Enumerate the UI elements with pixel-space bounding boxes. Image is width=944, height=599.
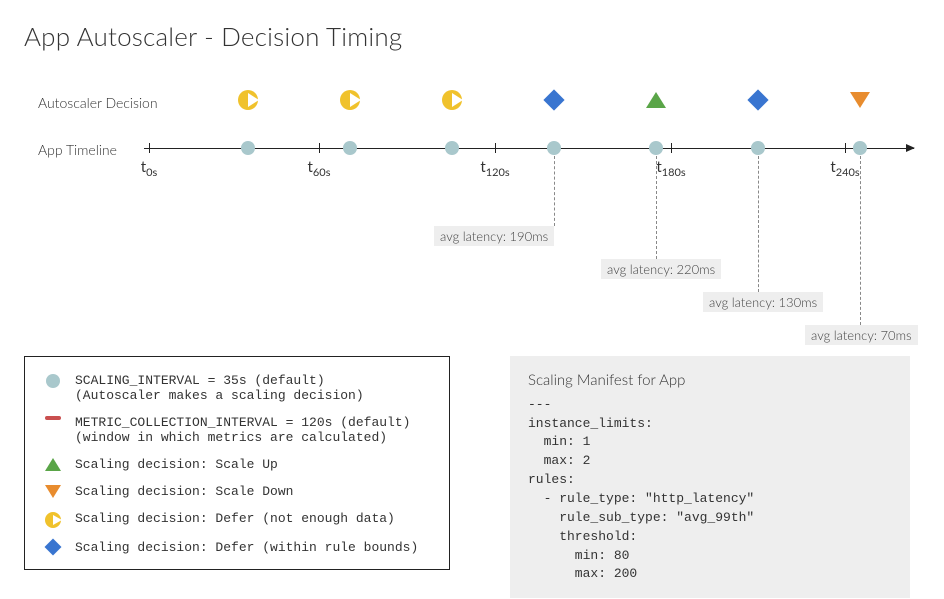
timeline-dot <box>547 141 561 155</box>
diamond-icon <box>747 89 768 110</box>
dot-icon <box>46 374 60 388</box>
timeline-dot <box>649 141 663 155</box>
diamond-icon <box>45 539 62 556</box>
legend-text: Scaling decision: Scale Up <box>75 457 278 472</box>
dashed-line <box>554 156 555 226</box>
legend-subtext: (window in which metrics are calculated) <box>75 430 410 445</box>
legend-text: Scaling decision: Defer (not enough data… <box>75 511 395 526</box>
timeline-dot <box>445 141 459 155</box>
legend-text: METRIC_COLLECTION_INTERVAL = 120s (defau… <box>75 415 410 430</box>
timeline-tick-label: t180s <box>656 158 685 179</box>
legend-row-scale-up: Scaling decision: Scale Up <box>43 457 431 472</box>
timeline-tick-label: t240s <box>830 158 859 179</box>
legend-text: Scaling decision: Defer (within rule bou… <box>75 540 418 555</box>
dashed-line <box>758 156 759 292</box>
latency-badge: avg latency: 220ms <box>601 259 721 279</box>
diamond-icon <box>543 89 564 110</box>
timeline-dot <box>241 141 255 155</box>
legend-row-defer-nodata: Scaling decision: Defer (not enough data… <box>43 511 431 528</box>
manifest-body: --- instance_limits: min: 1 max: 2 rules… <box>528 397 754 582</box>
timeline-tick <box>495 143 496 153</box>
triangle-down-icon <box>850 92 870 108</box>
dashed-line <box>860 156 861 325</box>
legend-row-defer-bounds: Scaling decision: Defer (within rule bou… <box>43 540 431 555</box>
triangle-up-icon <box>646 92 666 108</box>
timeline-tick <box>671 143 672 153</box>
timeline-dot <box>343 141 357 155</box>
legend-row-scale-down: Scaling decision: Scale Down <box>43 484 431 499</box>
pacman-icon <box>442 90 462 110</box>
timeline-dot <box>751 141 765 155</box>
manifest-title: Scaling Manifest for App <box>528 370 892 392</box>
page-title: App Autoscaler - Decision Timing <box>24 20 920 52</box>
timeline-dot <box>853 141 867 155</box>
manifest-box: Scaling Manifest for App --- instance_lim… <box>510 356 910 598</box>
timeline-tick-label: t60s <box>308 158 331 179</box>
timeline-tick-label: t0s <box>141 158 158 179</box>
latency-badge: avg latency: 70ms <box>805 325 918 345</box>
timeline-tick <box>319 143 320 153</box>
timeline-axis <box>144 148 914 149</box>
pacman-icon <box>238 90 258 110</box>
legend-box: SCALING_INTERVAL = 35s (default) (Autosc… <box>24 356 450 570</box>
latency-badge: avg latency: 130ms <box>703 292 823 312</box>
timeline-tick-label: t120s <box>480 158 509 179</box>
timing-diagram: Autoscaler Decision App Timeline t0s t60s… <box>24 70 920 340</box>
dashed-line <box>656 156 657 259</box>
legend-text: SCALING_INTERVAL = 35s (default) <box>75 373 325 388</box>
pacman-icon <box>45 512 61 528</box>
latency-badge: avg latency: 190ms <box>434 226 554 246</box>
row-label-timeline: App Timeline <box>38 141 117 158</box>
triangle-up-icon <box>45 458 61 471</box>
dash-icon <box>45 416 61 420</box>
timeline-tick <box>149 143 150 153</box>
row-label-decision: Autoscaler Decision <box>38 94 158 111</box>
legend-row-scaling-interval: SCALING_INTERVAL = 35s (default) (Autosc… <box>43 373 431 403</box>
pacman-icon <box>340 90 360 110</box>
timeline-tick <box>845 143 846 153</box>
legend-subtext: (Autoscaler makes a scaling decision) <box>75 388 364 403</box>
legend-row-metric-interval: METRIC_COLLECTION_INTERVAL = 120s (defau… <box>43 415 431 445</box>
legend-text: Scaling decision: Scale Down <box>75 484 293 499</box>
triangle-down-icon <box>45 485 61 498</box>
